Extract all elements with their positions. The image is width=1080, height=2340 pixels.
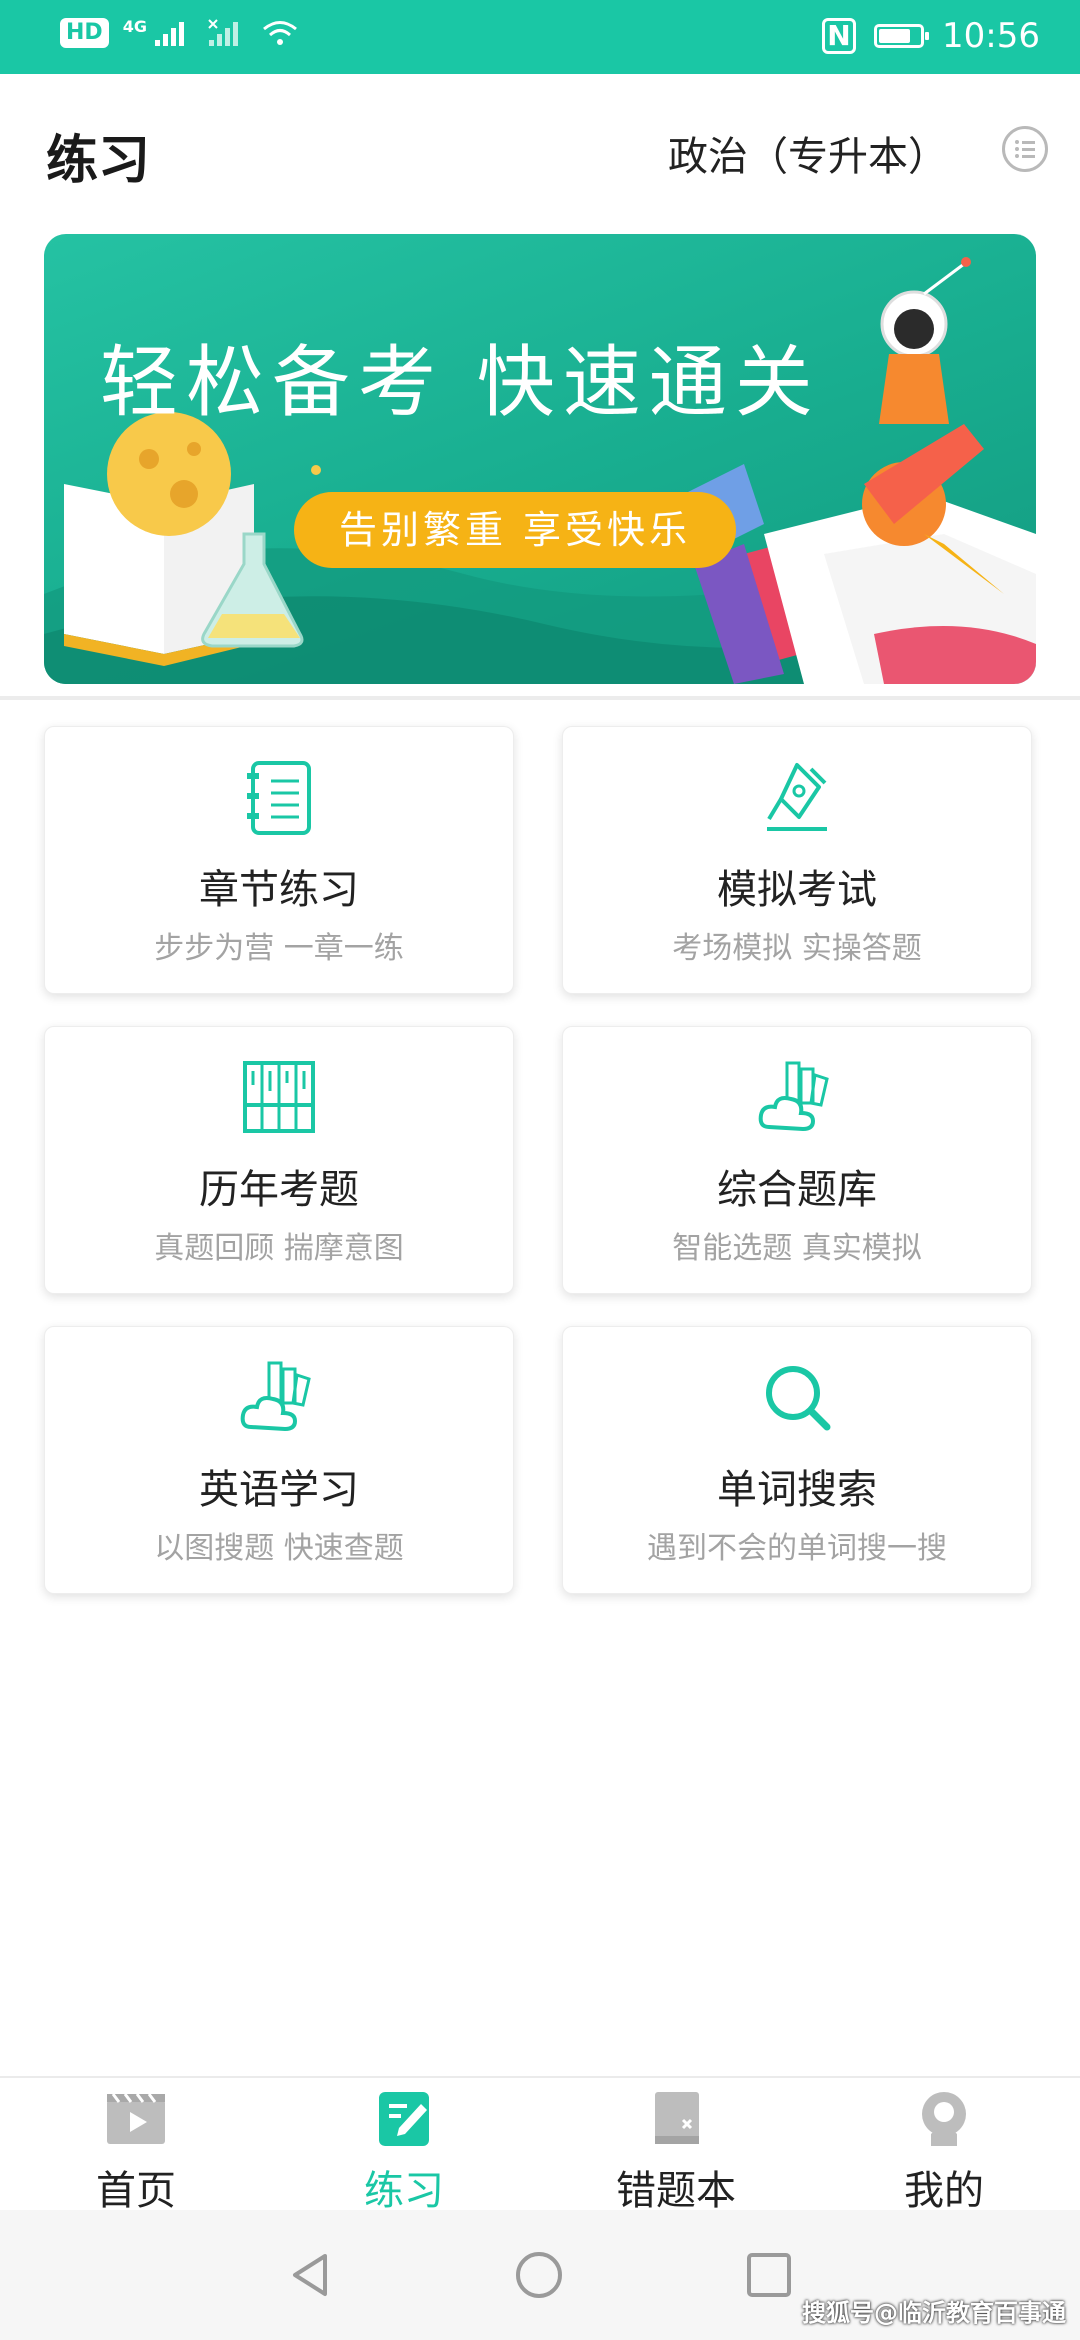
card-subtitle: 智能选题 真实模拟 (672, 1231, 922, 1266)
card-subtitle: 步步为营 一章一练 (154, 931, 404, 966)
status-bar: HD 4G N 10:56 (0, 0, 1080, 74)
section-divider (0, 696, 1080, 700)
card-subtitle: 遇到不会的单词搜一搜 (647, 1531, 947, 1566)
notebook-icon (247, 761, 311, 835)
tab-label: 错题本 (616, 2168, 736, 2214)
practice-icon (379, 2092, 429, 2146)
wifi-icon (263, 21, 297, 45)
tab-profile[interactable]: 我的 (844, 2090, 1044, 2214)
mistake-book-icon (655, 2092, 699, 2144)
battery-fill (879, 29, 910, 43)
battery-icon (874, 24, 930, 48)
card-chapter-practice[interactable]: 章节练习 步步为营 一章一练 (44, 726, 514, 994)
search-icon (766, 1366, 831, 1431)
menu-list-icon[interactable] (1002, 126, 1048, 172)
page-title: 练习 (46, 131, 151, 191)
cloud-books-icon (240, 1361, 311, 1432)
bottom-tab-bar: 首页 练习 错题本 我的 (0, 2076, 1080, 2214)
signal-icon (154, 22, 184, 46)
tab-practice[interactable]: 练习 (304, 2090, 504, 2214)
watermark: 搜狐号@临沂教育百事通 (802, 2299, 1066, 2327)
archive-grid-icon (243, 1061, 315, 1133)
tab-label: 练习 (364, 2168, 444, 2214)
recents-square-icon[interactable] (744, 2250, 794, 2300)
cloud-books-icon (758, 1061, 829, 1132)
card-word-search[interactable]: 单词搜索 遇到不会的单词搜一搜 (562, 1326, 1032, 1594)
status-left-group: HD 4G (60, 16, 299, 48)
tab-label: 我的 (904, 2168, 984, 2214)
home-circle-icon[interactable] (514, 2250, 564, 2300)
card-title: 综合题库 (717, 1167, 877, 1213)
promo-banner[interactable]: 轻松备考 快速通关 告别繁重 享受快乐 (44, 234, 1036, 684)
tab-label: 首页 (96, 2168, 176, 2214)
card-question-bank[interactable]: 综合题库 智能选题 真实模拟 (562, 1026, 1032, 1294)
app-header: 练习 政治（专升本） (0, 74, 1080, 234)
card-title: 英语学习 (199, 1467, 359, 1513)
card-title: 单词搜索 (717, 1467, 877, 1513)
pen-nib-icon (767, 763, 827, 831)
card-title: 模拟考试 (717, 867, 877, 913)
profile-icon (922, 2092, 966, 2146)
banner-headline: 轻松备考 快速通关 (100, 338, 821, 428)
subject-selector[interactable]: 政治（专升本） (668, 124, 948, 182)
card-title: 章节练习 (199, 867, 359, 913)
card-subtitle: 真题回顾 揣摩意图 (154, 1231, 404, 1266)
signal-empty-icon (208, 19, 238, 46)
back-icon[interactable] (285, 2250, 335, 2300)
card-mock-exam[interactable]: 模拟考试 考场模拟 实操答题 (562, 726, 1032, 994)
status-right-group: N 10:56 (822, 14, 1040, 58)
card-subtitle: 考场模拟 实操答题 (672, 931, 922, 966)
nfc-icon: N (822, 18, 857, 54)
card-subtitle: 以图搜题 快速查题 (154, 1531, 404, 1566)
card-english-study[interactable]: 英语学习 以图搜题 快速查题 (44, 1326, 514, 1594)
status-time: 10:56 (942, 16, 1040, 56)
card-title: 历年考题 (199, 1167, 359, 1213)
network-type: 4G (122, 16, 147, 36)
video-icon (107, 2093, 165, 2144)
tab-mistake-book[interactable]: 错题本 (576, 2090, 776, 2214)
hd-badge: HD (60, 18, 109, 48)
system-nav-bar: 搜狐号@临沂教育百事通 (0, 2210, 1080, 2340)
banner-illustration (44, 257, 1036, 684)
card-past-exams[interactable]: 历年考题 真题回顾 揣摩意图 (44, 1026, 514, 1294)
banner-pill: 告别繁重 享受快乐 (294, 492, 736, 568)
tab-home[interactable]: 首页 (36, 2090, 236, 2214)
